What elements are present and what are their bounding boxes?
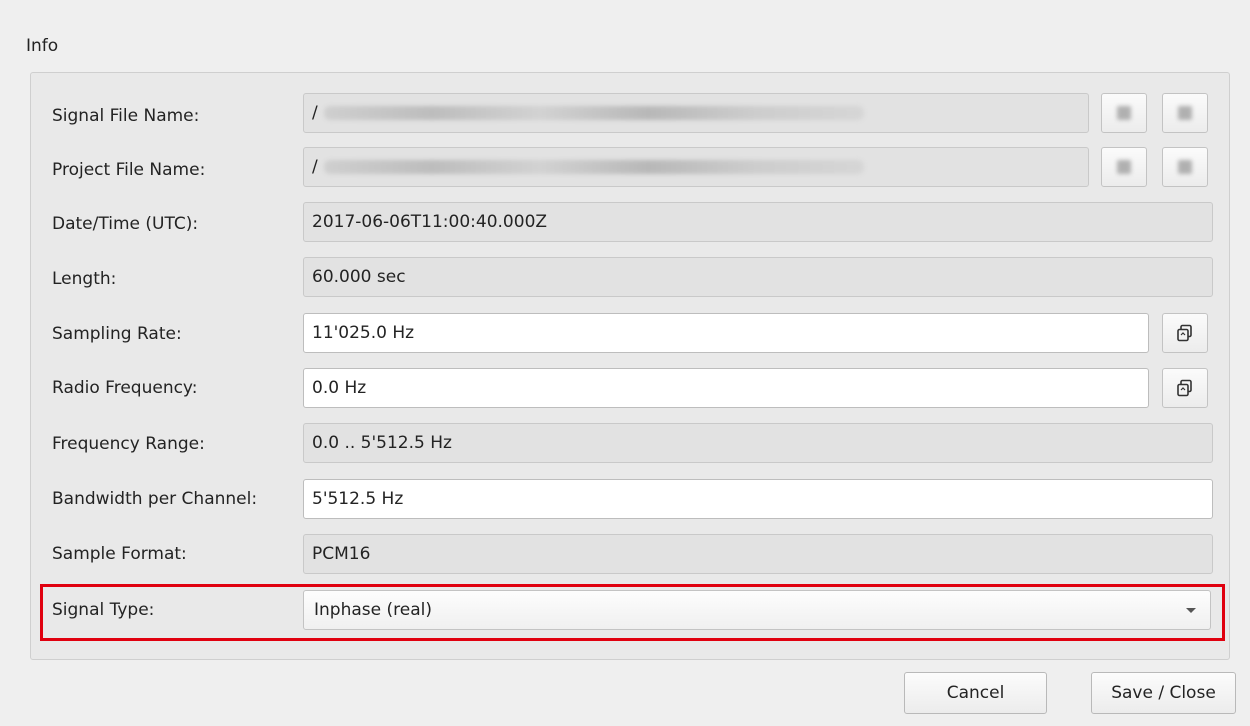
- project-file-browse-button[interactable]: [1162, 147, 1208, 187]
- signal-file-name-label: Signal File Name:: [52, 106, 200, 126]
- signal-type-combobox[interactable]: Inphase (real): [303, 590, 1211, 630]
- blurred-icon: [1117, 106, 1131, 120]
- project-file-name-label: Project File Name:: [52, 160, 206, 180]
- datetime-label: Date/Time (UTC):: [52, 214, 199, 234]
- project-file-open-button[interactable]: [1101, 147, 1147, 187]
- frequency-range-field[interactable]: 0.0 .. 5'512.5 Hz: [303, 423, 1213, 463]
- sample-format-label: Sample Format:: [52, 544, 187, 564]
- blurred-icon: [1178, 160, 1192, 174]
- radio-frequency-input[interactable]: 0.0 Hz: [303, 368, 1149, 408]
- copy-icon: [1177, 324, 1192, 342]
- sampling-rate-label: Sampling Rate:: [52, 324, 182, 344]
- sampling-rate-copy-button[interactable]: [1162, 313, 1208, 353]
- radio-frequency-label: Radio Frequency:: [52, 378, 198, 398]
- sampling-rate-input[interactable]: 11'025.0 Hz: [303, 313, 1149, 353]
- signal-type-label: Signal Type:: [52, 600, 155, 620]
- group-title: Info: [26, 36, 59, 56]
- bandwidth-label: Bandwidth per Channel:: [52, 489, 258, 509]
- cancel-button[interactable]: Cancel: [904, 672, 1047, 714]
- signal-file-name-value: /: [312, 103, 318, 123]
- radio-frequency-copy-button[interactable]: [1162, 368, 1208, 408]
- blurred-path: [324, 106, 864, 120]
- signal-file-open-button[interactable]: [1101, 93, 1147, 133]
- blurred-icon: [1178, 106, 1192, 120]
- signal-type-value: Inphase (real): [314, 600, 432, 620]
- length-label: Length:: [52, 269, 117, 289]
- signal-file-name-field[interactable]: /: [303, 93, 1089, 133]
- project-file-name-field[interactable]: /: [303, 147, 1089, 187]
- bandwidth-input[interactable]: 5'512.5 Hz: [303, 479, 1213, 519]
- frequency-range-label: Frequency Range:: [52, 434, 205, 454]
- blurred-path: [324, 160, 864, 174]
- project-file-name-value: /: [312, 157, 318, 177]
- datetime-field[interactable]: 2017-06-06T11:00:40.000Z: [303, 202, 1213, 242]
- sample-format-field[interactable]: PCM16: [303, 534, 1213, 574]
- chevron-down-icon: [1186, 608, 1196, 613]
- save-close-button[interactable]: Save / Close: [1091, 672, 1236, 714]
- copy-icon: [1177, 379, 1192, 397]
- length-field[interactable]: 60.000 sec: [303, 257, 1213, 297]
- signal-file-browse-button[interactable]: [1162, 93, 1208, 133]
- blurred-icon: [1117, 160, 1131, 174]
